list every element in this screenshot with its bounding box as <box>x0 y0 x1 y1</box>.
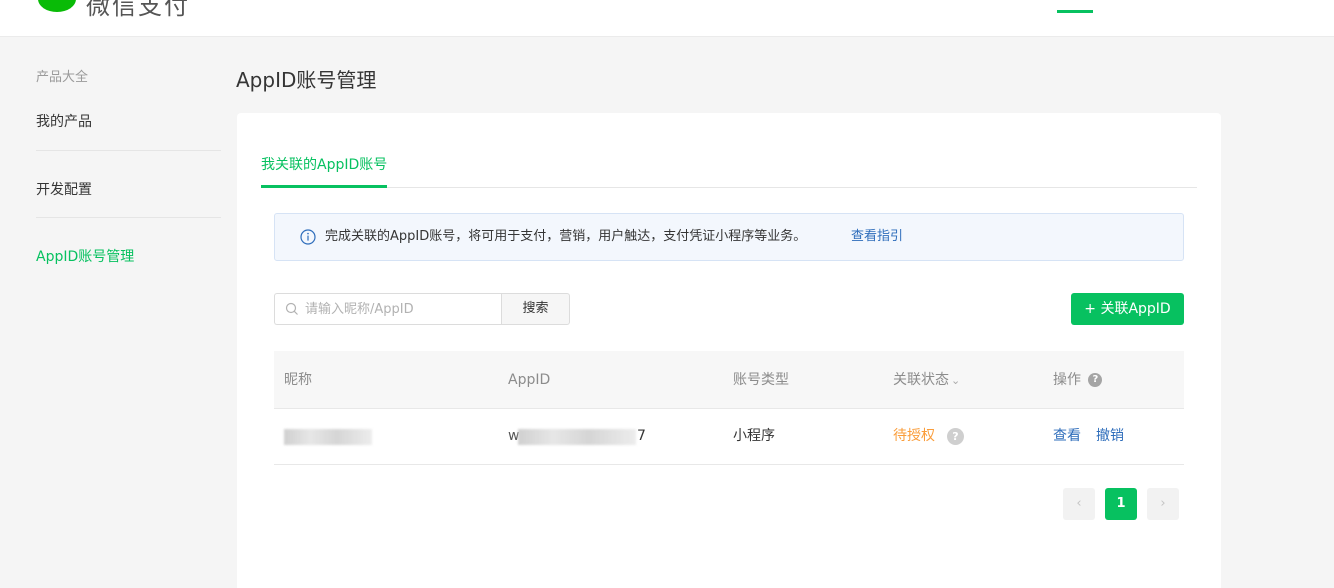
chevron-down-icon: ⌄ <box>951 374 961 387</box>
column-header-link-status[interactable]: 关联状态 ⌄ <box>893 351 960 409</box>
actions-label: 操作 <box>1053 372 1081 388</box>
column-header-actions: 操作 ? <box>1053 351 1103 409</box>
status-badge: 待授权 <box>893 428 935 444</box>
nickname-redacted <box>284 429 372 445</box>
column-header-nickname: 昵称 <box>284 372 312 388</box>
appid-redacted <box>518 429 636 445</box>
status-help-wrap: ? <box>947 409 964 464</box>
brand-text: 微信支付 <box>86 0 190 20</box>
page-title: AppID账号管理 <box>236 68 377 92</box>
prev-page-button[interactable]: ‹ <box>1063 488 1095 520</box>
link-status-label: 关联状态 <box>893 372 949 388</box>
main-panel: 我关联的AppID账号 完成关联的AppID账号，将可用于支付，营销，用户触达，… <box>237 113 1221 588</box>
search-box <box>274 293 501 325</box>
search-bar: 搜索 <box>274 293 570 325</box>
page-1-button[interactable]: 1 <box>1105 488 1137 520</box>
sidebar-item-dev-config[interactable]: 开发配置 <box>36 178 221 202</box>
appid-table: 昵称 AppID 账号类型 关联状态 ⌄ 操作 ? w 7 小程序 待授权 ? 查… <box>274 351 1184 465</box>
row-appid-suffix: 7 <box>637 428 646 444</box>
search-input[interactable] <box>305 294 495 324</box>
search-icon <box>285 302 298 315</box>
tab-bar: 我关联的AppID账号 <box>261 153 1197 188</box>
help-icon[interactable]: ? <box>1088 373 1103 387</box>
tab-linked-appid[interactable]: 我关联的AppID账号 <box>261 153 388 188</box>
search-button[interactable]: 搜索 <box>501 293 570 325</box>
wechat-pay-logo-icon <box>38 0 76 12</box>
active-nav-indicator <box>1057 10 1093 13</box>
row-account-type: 小程序 <box>733 428 775 444</box>
column-header-appid: AppID <box>508 372 551 388</box>
add-appid-button[interactable]: + 关联AppID <box>1071 293 1184 325</box>
sidebar-group-title: 产品大全 <box>36 70 89 85</box>
sidebar-item-my-products[interactable]: 我的产品 <box>36 110 221 134</box>
revoke-link[interactable]: 撤销 <box>1096 409 1124 464</box>
info-icon <box>300 229 316 245</box>
top-bar: 微信支付 <box>0 0 1334 37</box>
info-notice: 完成关联的AppID账号，将可用于支付，营销，用户触达，支付凭证小程序等业务。 … <box>274 213 1184 261</box>
next-page-button[interactable]: › <box>1147 488 1179 520</box>
table-row: w 7 小程序 待授权 ? 查看 撤销 <box>274 409 1184 465</box>
table-header: 昵称 AppID 账号类型 关联状态 ⌄ 操作 ? <box>274 351 1184 409</box>
view-guide-link[interactable]: 查看指引 <box>851 228 903 246</box>
help-icon[interactable]: ? <box>947 427 964 445</box>
sidebar: 产品大全 我的产品 开发配置 AppID账号管理 <box>36 66 221 269</box>
column-header-account-type: 账号类型 <box>733 372 789 388</box>
pagination: ‹ 1 › <box>1063 488 1179 520</box>
notice-message: 完成关联的AppID账号，将可用于支付，营销，用户触达，支付凭证小程序等业务。 <box>325 229 807 244</box>
sidebar-item-appid-management[interactable]: AppID账号管理 <box>36 245 221 269</box>
view-link[interactable]: 查看 <box>1053 409 1081 464</box>
